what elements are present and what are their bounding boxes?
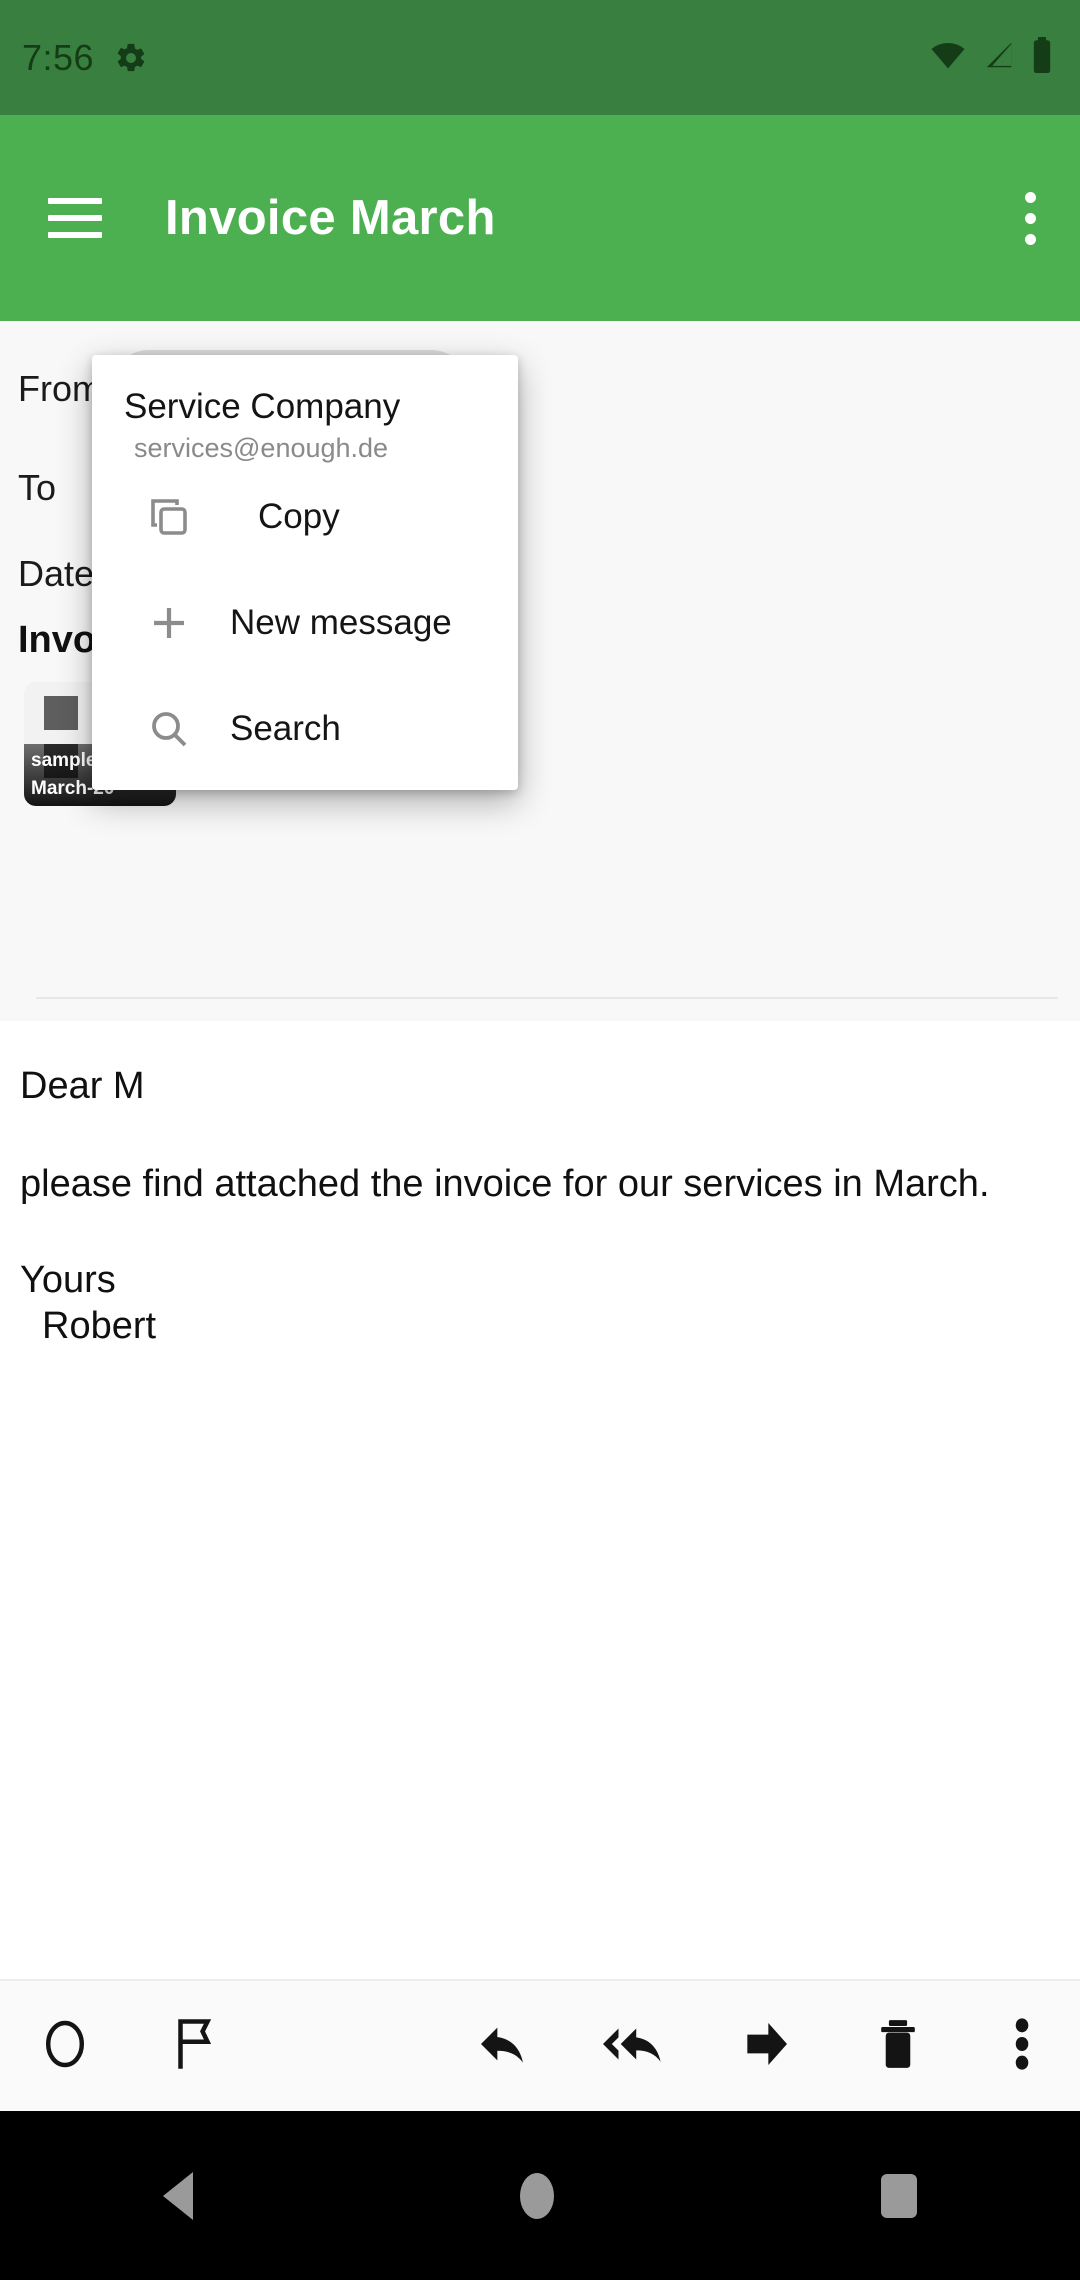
menu-item-search-label: Search [230, 709, 341, 748]
recents-square-icon[interactable] [880, 2173, 917, 2218]
menu-item-copy-label: Copy [258, 497, 340, 536]
popup-header: Service Company services@enough.de [92, 355, 518, 464]
menu-item-search[interactable]: Search [92, 676, 518, 782]
back-triangle-icon[interactable] [163, 2171, 194, 2220]
android-nav-bar [0, 2111, 1080, 2280]
search-icon [142, 702, 196, 756]
menu-item-new-message[interactable]: New message [92, 570, 518, 676]
menu-item-copy[interactable]: Copy [92, 464, 518, 570]
contact-popup-menu: Service Company services@enough.de Copy … [92, 355, 518, 790]
menu-item-new-message-label: New message [230, 603, 452, 642]
popup-contact-name: Service Company [124, 387, 401, 426]
copy-icon [142, 490, 196, 544]
plus-icon [142, 596, 196, 650]
phone-screen: 7:56 Invoice March From To Date Invoice … [0, 0, 1080, 2280]
popup-contact-email: services@enough.de [134, 433, 389, 463]
popup-scrim[interactable] [0, 0, 1080, 2111]
home-circle-icon[interactable] [519, 2172, 554, 2219]
